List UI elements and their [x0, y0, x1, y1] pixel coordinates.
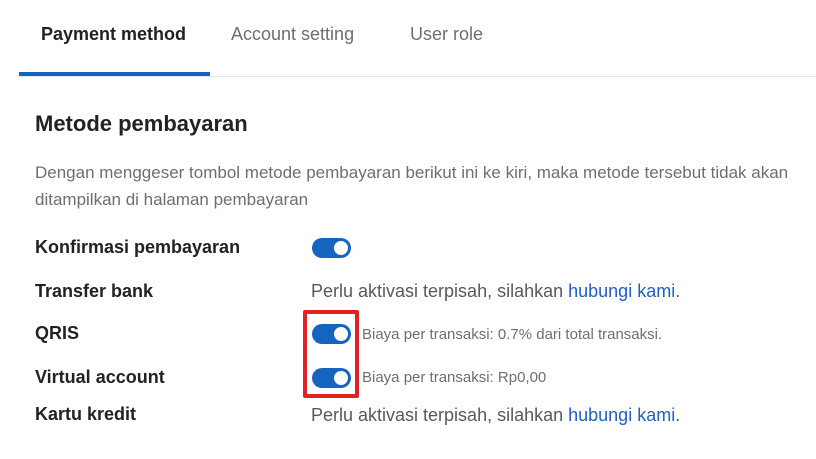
qris-fee-text: Biaya per transaksi: 0.7% dari total tra…	[362, 326, 663, 343]
tab-user-role[interactable]: User role	[410, 24, 483, 45]
active-tab-indicator	[19, 72, 210, 76]
note-text: Perlu aktivasi terpisah, silahkan	[311, 405, 569, 425]
section-title: Metode pembayaran	[35, 111, 248, 136]
toggle-konfirmasi-pembayaran[interactable]	[312, 238, 351, 258]
method-label-transfer-bank: Transfer bank	[35, 281, 154, 301]
tab-account-setting[interactable]: Account setting	[231, 24, 354, 45]
note-text: Perlu aktivasi terpisah, silahkan	[311, 281, 569, 301]
contact-us-link[interactable]: hubungi kami	[568, 281, 675, 301]
toggle-qris[interactable]	[312, 324, 351, 344]
note-suffix: .	[675, 281, 681, 301]
contact-us-link[interactable]: hubungi kami	[568, 405, 675, 425]
tab-payment-method[interactable]: Payment method	[41, 24, 186, 45]
section-description: Dengan menggeser tombol metode pembayara…	[35, 163, 789, 209]
method-label-qris: QRIS	[35, 323, 80, 343]
method-label-kartu-kredit: Kartu kredit	[35, 404, 137, 424]
toggle-knob	[334, 371, 348, 385]
kartu-kredit-note: Perlu aktivasi terpisah, silahkan hubung…	[311, 405, 680, 426]
virtual-account-fee-text: Biaya per transaksi: Rp0,00	[362, 369, 547, 386]
toggle-virtual-account[interactable]	[312, 368, 351, 388]
note-suffix: .	[675, 405, 681, 425]
method-label-virtual-account: Virtual account	[35, 367, 165, 387]
transfer-bank-note: Perlu aktivasi terpisah, silahkan hubung…	[311, 281, 680, 302]
toggle-knob	[334, 327, 348, 341]
toggle-knob	[334, 241, 348, 255]
method-label-konfirmasi: Konfirmasi pembayaran	[35, 237, 241, 257]
tab-bar: Payment method Account setting User role	[19, 0, 816, 77]
